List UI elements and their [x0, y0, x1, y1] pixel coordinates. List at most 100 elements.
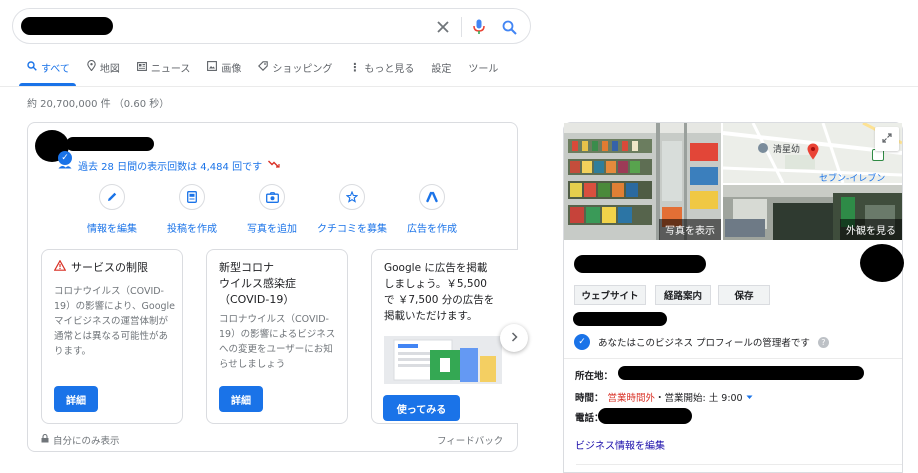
- tag-icon: [258, 60, 269, 74]
- card-body-line: コロナウイルス（COVID-: [219, 314, 329, 325]
- views-text: 過去 28 日間の表示回数は 4,484 回です: [78, 162, 263, 173]
- view-exterior-label[interactable]: 外観を見る: [840, 219, 902, 240]
- tab-label: 設定: [431, 63, 452, 75]
- tab-label: もっと見る: [364, 63, 415, 75]
- tab-tools[interactable]: ツール: [468, 58, 498, 76]
- create-post-button[interactable]: 投稿を作成: [147, 184, 237, 235]
- address-label: 所在地：: [575, 371, 614, 382]
- tab-maps[interactable]: 地図: [87, 58, 120, 76]
- hours-status: 営業時間外: [607, 393, 656, 404]
- views-stat[interactable]: 過去 28 日間の表示回数は 4,484 回です: [58, 158, 280, 173]
- redacted-business-name: [66, 137, 154, 151]
- try-it-button[interactable]: 使ってみる: [383, 395, 460, 421]
- warning-icon: [53, 259, 67, 276]
- edit-business-info-link[interactable]: ビジネス情報を編集: [575, 437, 665, 452]
- action-label: 情報を編集: [87, 224, 137, 235]
- clear-icon[interactable]: [433, 17, 453, 37]
- card-body-line: 19）の影響により、Google: [54, 301, 176, 312]
- hours-label: 時間：: [575, 393, 604, 404]
- search-icon: [27, 60, 37, 74]
- view-photos-label[interactable]: 写真を表示: [659, 219, 721, 240]
- save-button[interactable]: 保存: [718, 285, 770, 305]
- image-icon: [207, 60, 218, 74]
- card-body-line: 通常とは異なる可能性があ: [54, 331, 169, 342]
- redacted-query: [21, 17, 113, 35]
- action-label: 投稿を作成: [167, 224, 217, 235]
- people-icon: [58, 159, 72, 172]
- microphone-icon[interactable]: [469, 17, 489, 37]
- tab-label: 地図: [99, 63, 120, 75]
- news-icon: [136, 61, 147, 74]
- hours-next: ・営業開始: 土 9:00: [655, 393, 743, 404]
- divider: [461, 17, 462, 37]
- create-ad-button[interactable]: 広告を作成: [387, 184, 477, 235]
- redacted-kp-logo: [860, 244, 904, 282]
- verified-badge-icon: ✓: [574, 334, 590, 350]
- tab-shopping[interactable]: ショッピング: [258, 58, 332, 76]
- trend-down-icon: [268, 160, 280, 171]
- next-cards-button[interactable]: [500, 324, 528, 352]
- card-body-line: への変更をユーザーにお知: [219, 344, 333, 355]
- kp-bottom-divider: [576, 464, 902, 465]
- expand-map-button[interactable]: [875, 127, 899, 151]
- details-button[interactable]: 詳細: [54, 386, 98, 412]
- post-icon: [179, 184, 205, 210]
- website-button[interactable]: ウェブサイト: [574, 285, 646, 305]
- manager-text: あなたはこのビジネス プロフィールの管理者です: [598, 338, 810, 349]
- manager-notice: ✓ あなたはこのビジネス プロフィールの管理者です ?: [574, 334, 829, 350]
- tab-settings[interactable]: 設定: [431, 58, 451, 76]
- card-body-line: 19）の影響によるビジネス: [219, 329, 336, 340]
- visibility-text: 自分にのみ表示: [53, 436, 120, 447]
- tabs-divider: [0, 86, 918, 87]
- result-stats: 約 20,700,000 件 （0.60 秒）: [27, 99, 170, 110]
- card-title-line: （COVID-19）: [219, 293, 295, 306]
- tab-label: ツール: [468, 63, 499, 75]
- exterior-photo[interactable]: 外観を見る: [723, 185, 902, 240]
- pencil-icon: [99, 184, 125, 210]
- redacted-address: [618, 366, 864, 380]
- card-title-line: ウイルス感染症: [219, 277, 296, 290]
- tab-all[interactable]: すべて: [27, 58, 70, 76]
- edit-info-button[interactable]: 情報を編集: [67, 184, 157, 235]
- details-button[interactable]: 詳細: [219, 386, 263, 412]
- feedback-link[interactable]: フィードバック: [437, 433, 503, 447]
- card-title: サービスの制限: [53, 259, 148, 276]
- tab-label: すべて: [41, 63, 70, 75]
- card-title: Google に広告を掲載 しましょう。￥5,500 で ￥7,500 分の広告…: [384, 260, 494, 324]
- redacted-phone: [598, 408, 692, 424]
- search-box[interactable]: [12, 8, 531, 44]
- kp-divider: [564, 358, 902, 359]
- redacted-kp-name: [574, 255, 706, 273]
- chevron-down-icon: [746, 392, 753, 403]
- address-row: 所在地：: [575, 368, 613, 382]
- tab-news[interactable]: ニュース: [136, 58, 190, 76]
- card-title-text: サービスの制限: [71, 261, 148, 274]
- chevron-right-icon: [511, 330, 518, 346]
- google-ads-card: Google に広告を掲載 しましょう。￥5,500 で ￥7,500 分の広告…: [371, 249, 518, 424]
- card-title-line: で ￥7,500 分の広告を: [384, 294, 495, 306]
- store-photo[interactable]: 写真を表示: [564, 123, 721, 240]
- tab-more[interactable]: ⋮ もっと見る: [349, 58, 414, 76]
- more-vert-icon: ⋮: [349, 60, 361, 74]
- lock-icon: [41, 433, 49, 446]
- card-title: 新型コロナ ウイルス感染症 （COVID-19）: [219, 260, 296, 308]
- redacted-kp-category: [573, 312, 667, 326]
- help-icon[interactable]: ?: [817, 336, 829, 348]
- map-pin-icon: [87, 59, 96, 74]
- camera-icon: [259, 184, 285, 210]
- tab-label: ショッピング: [272, 63, 333, 75]
- request-reviews-button[interactable]: クチコミを募集: [307, 184, 397, 235]
- card-body: コロナウイルス（COVID- 19）の影響により、Google マイビジネスの運…: [54, 284, 175, 359]
- tab-images[interactable]: 画像: [207, 58, 241, 76]
- service-limit-card: サービスの制限 コロナウイルス（COVID- 19）の影響により、Google …: [41, 249, 183, 424]
- covid-card: 新型コロナ ウイルス感染症 （COVID-19） コロナウイルス（COVID- …: [206, 249, 348, 424]
- ads-icon: [419, 184, 445, 210]
- action-label: 広告を作成: [407, 224, 457, 235]
- directions-button[interactable]: 経路案内: [655, 285, 711, 305]
- search-icon[interactable]: [499, 17, 519, 37]
- hours-row[interactable]: 時間： 営業時間外 ・営業開始: 土 9:00: [575, 390, 753, 404]
- add-photo-button[interactable]: 写真を追加: [227, 184, 317, 235]
- map-thumbnail[interactable]: 清星幼 セブン-イレブン: [723, 123, 902, 183]
- card-body: コロナウイルス（COVID- 19）の影響によるビジネス への変更をユーザーにお…: [219, 312, 335, 372]
- map-label-school: 清星幼: [773, 145, 801, 155]
